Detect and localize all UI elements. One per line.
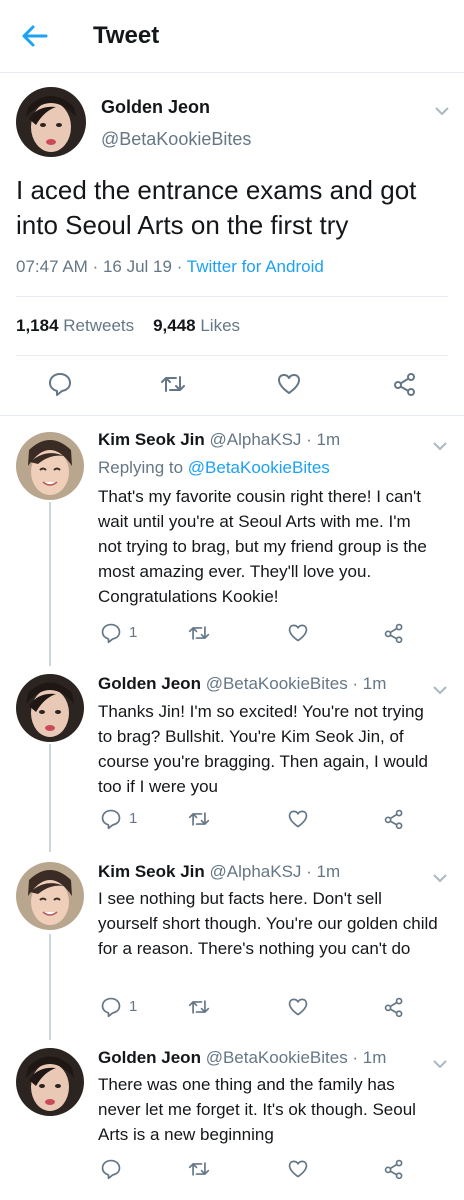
retweet-icon <box>188 626 210 640</box>
retweets-label: Retweets <box>63 316 135 335</box>
reply-tweet: Kim Seok Jin @AlphaKSJ · 1m I see nothin… <box>0 848 464 1032</box>
tweet-time: 07:47 AM <box>16 257 88 276</box>
share-button[interactable] <box>392 371 418 397</box>
reply-button[interactable] <box>100 808 122 830</box>
reply-button[interactable] <box>100 622 122 644</box>
share-icon <box>384 1159 403 1180</box>
reply-tweet: Kim Seok Jin @AlphaKSJ · 1m Replying to … <box>0 416 464 658</box>
share-icon <box>384 997 403 1018</box>
mention-link[interactable]: @BetaKookieBites <box>188 458 330 477</box>
author-handle[interactable]: @BetaKookieBites <box>101 129 251 150</box>
meta-separator: · <box>92 257 99 276</box>
retweet-icon <box>161 376 185 392</box>
author-name[interactable]: Golden Jeon <box>98 674 201 693</box>
reply-header: Golden Jeon @BetaKookieBites · 1m <box>98 1048 386 1068</box>
reply-header: Kim Seok Jin @AlphaKSJ · 1m <box>98 862 340 882</box>
reply-tweet: Golden Jeon @BetaKookieBites · 1m There … <box>0 1034 464 1200</box>
reply-count: 1 <box>129 998 138 1015</box>
tweet-meta: 07:47 AM · 16 Jul 19 · Twitter for Andro… <box>16 257 324 277</box>
speech-bubble-icon <box>101 1159 121 1180</box>
retweet-button[interactable] <box>188 996 210 1018</box>
retweet-button[interactable] <box>188 808 210 830</box>
avatar[interactable] <box>16 432 84 500</box>
speech-bubble-icon <box>101 997 121 1018</box>
retweet-button[interactable] <box>188 1158 210 1180</box>
avatar[interactable] <box>16 87 86 157</box>
retweet-button[interactable] <box>188 622 210 644</box>
heart-icon <box>278 374 300 394</box>
share-icon <box>384 809 403 830</box>
avatar[interactable] <box>16 862 84 930</box>
top-bar: Tweet <box>0 0 464 73</box>
share-button[interactable] <box>383 996 405 1018</box>
likes-count: 9,448 <box>153 316 196 335</box>
share-button[interactable] <box>383 622 405 644</box>
reply-button[interactable] <box>100 1158 122 1180</box>
heart-icon <box>288 810 308 828</box>
chevron-down-icon[interactable] <box>432 682 448 695</box>
author-name[interactable]: Golden Jeon <box>98 1048 201 1067</box>
tweet-source[interactable]: Twitter for Android <box>187 257 324 276</box>
share-icon <box>384 623 403 644</box>
retweets-stat[interactable]: 1,184 Retweets <box>16 316 134 335</box>
heart-icon <box>288 624 308 642</box>
share-button[interactable] <box>383 808 405 830</box>
main-tweet: Golden Jeon @BetaKookieBites I aced the … <box>0 73 464 416</box>
heart-icon <box>288 998 308 1016</box>
engagement-counts: 1,184 Retweets 9,448 Likes <box>16 316 240 336</box>
author-handle[interactable]: @BetaKookieBites · 1m <box>206 1048 387 1067</box>
reply-count: 1 <box>129 624 138 641</box>
reply-count: 1 <box>129 810 138 827</box>
speech-bubble-icon <box>49 373 71 396</box>
author-handle[interactable]: @BetaKookieBites · 1m <box>206 674 387 693</box>
likes-label: Likes <box>200 316 241 335</box>
back-arrow-icon[interactable] <box>18 22 50 50</box>
retweets-count: 1,184 <box>16 316 59 335</box>
share-button[interactable] <box>383 1158 405 1180</box>
like-button[interactable] <box>287 1158 309 1180</box>
author-name[interactable]: Kim Seok Jin <box>98 430 205 449</box>
retweet-icon <box>188 812 210 826</box>
chevron-down-icon[interactable] <box>432 438 448 451</box>
chevron-down-icon[interactable] <box>434 103 450 116</box>
speech-bubble-icon <box>101 809 121 830</box>
share-icon <box>394 373 415 396</box>
like-button[interactable] <box>276 371 302 397</box>
retweet-icon <box>188 1000 210 1014</box>
reply-text: Thanks Jin! I'm so excited! You're not t… <box>98 702 428 796</box>
divider <box>16 296 448 297</box>
author-handle[interactable]: @AlphaKSJ · 1m <box>210 862 341 881</box>
avatar[interactable] <box>16 674 84 742</box>
retweet-icon <box>188 1162 210 1176</box>
likes-stat[interactable]: 9,448 Likes <box>153 316 240 335</box>
chevron-down-icon[interactable] <box>432 870 448 883</box>
author-handle[interactable]: @AlphaKSJ · 1m <box>210 430 341 449</box>
reply-header: Kim Seok Jin @AlphaKSJ · 1m <box>98 430 340 450</box>
reply-button[interactable] <box>100 996 122 1018</box>
divider <box>16 355 448 356</box>
tweet-text: I aced the entrance exams and got into S… <box>16 175 417 240</box>
replying-to: Replying to @BetaKookieBites <box>98 458 330 478</box>
heart-icon <box>288 1160 308 1178</box>
author-name[interactable]: Golden Jeon <box>101 97 210 118</box>
avatar[interactable] <box>16 1048 84 1116</box>
meta-separator: · <box>176 257 183 276</box>
like-button[interactable] <box>287 808 309 830</box>
reply-text: That's my favorite cousin right there! I… <box>98 487 427 606</box>
tweet-date: 16 Jul 19 <box>102 257 172 276</box>
author-name[interactable]: Kim Seok Jin <box>98 862 205 881</box>
like-button[interactable] <box>287 622 309 644</box>
reply-tweet: Golden Jeon @BetaKookieBites · 1m Thanks… <box>0 660 464 844</box>
reply-button[interactable] <box>47 371 73 397</box>
retweet-button[interactable] <box>160 371 186 397</box>
chevron-down-icon[interactable] <box>432 1056 448 1069</box>
speech-bubble-icon <box>101 623 121 644</box>
reply-text: There was one thing and the family has n… <box>98 1075 416 1144</box>
like-button[interactable] <box>287 996 309 1018</box>
replying-to-label: Replying to <box>98 458 188 477</box>
reply-header: Golden Jeon @BetaKookieBites · 1m <box>98 674 386 694</box>
reply-text: I see nothing but facts here. Don't sell… <box>98 889 438 958</box>
page-title: Tweet <box>93 22 160 49</box>
